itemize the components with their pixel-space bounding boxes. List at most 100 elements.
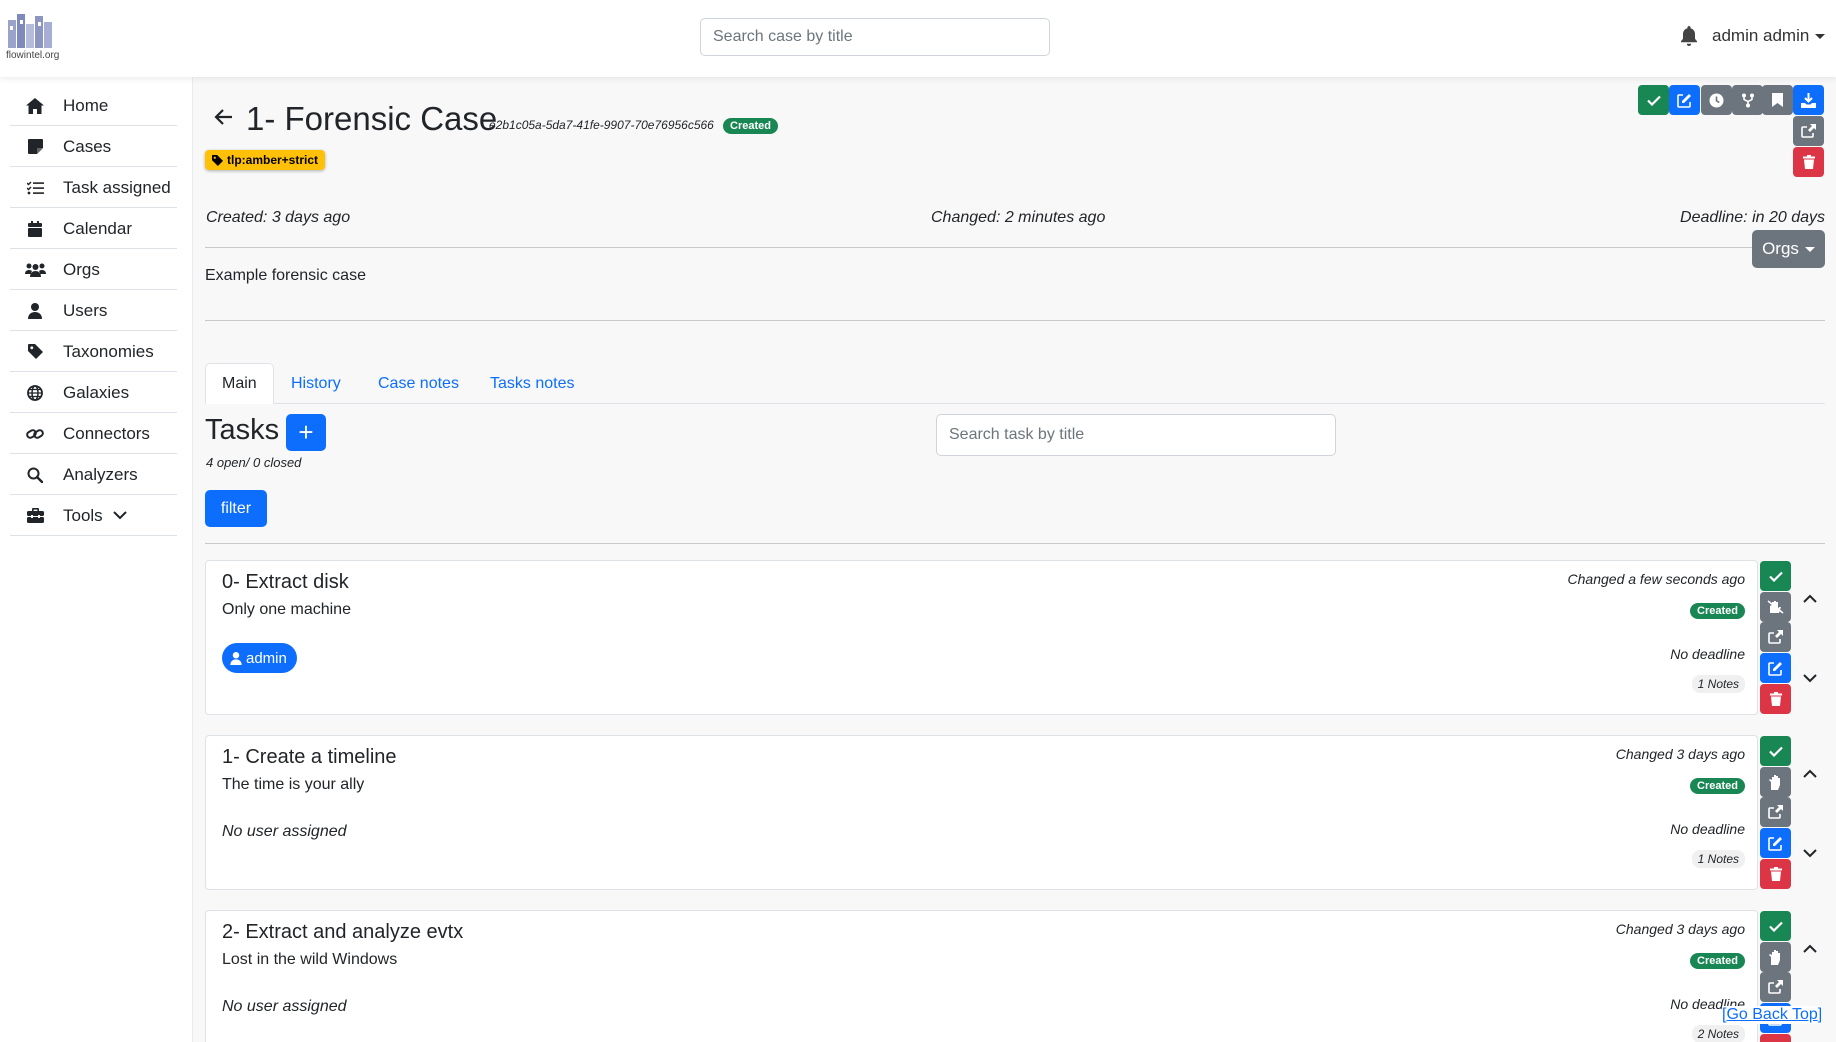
task-card[interactable]: 2- Extract and analyze evtx Lost in the … [205,910,1758,1042]
task-card[interactable]: 0- Extract disk Only one machine admin C… [205,560,1758,715]
task-status: Created [1690,951,1745,969]
hand-icon [1769,774,1780,790]
complete-task-button[interactable] [1760,736,1791,766]
task-search-input[interactable] [936,414,1336,456]
edit-case-button[interactable] [1669,85,1700,115]
delete-task-button[interactable] [1760,684,1791,714]
task-notes-count: 1 Notes [1691,675,1745,693]
tab-history[interactable]: History [275,363,357,404]
sidebar-item-label: Calendar [63,218,132,238]
share-task-button[interactable] [1760,622,1791,652]
sidebar-item-label: Tools [63,505,103,525]
user-name: admin admin [1712,26,1810,45]
status-badge: Created [1690,603,1745,619]
filter-button[interactable]: filter [205,490,267,527]
task-card[interactable]: 1- Create a timeline The time is your al… [205,735,1758,890]
sidebar-item-taxonomies[interactable]: Taxonomies [10,332,177,372]
share-task-button[interactable] [1760,972,1791,1002]
chevron-up-icon[interactable] [1802,768,1818,780]
go-back-top-link[interactable]: [Go Back Top] [1722,1006,1823,1024]
share-icon [1768,630,1783,644]
complete-task-button[interactable] [1760,561,1791,591]
check-icon [1646,95,1661,106]
take-task-button[interactable] [1760,942,1791,972]
sidebar-item-label: Analyzers [63,464,138,484]
tab-tasks-notes[interactable]: Tasks notes [474,363,590,404]
task-description: Only one machine [222,601,351,618]
tab-case-notes[interactable]: Case notes [362,363,475,404]
case-uuid: e2b1c05a-5da7-41fe-9907-70e76956c566 [489,118,714,132]
share-icon [1768,980,1783,994]
chevron-down-icon[interactable] [1802,672,1818,684]
share-icon [1768,805,1783,819]
sidebar-item-cases[interactable]: Cases [10,127,177,167]
fork-case-button[interactable] [1732,85,1763,115]
tag-icon [24,343,46,361]
bracket-close: ] [1817,1006,1823,1023]
delete-task-button[interactable] [1760,1034,1791,1042]
sidebar: Home Cases Task assigned Calendar Orgs U… [0,77,193,1042]
task-changed: Changed 3 days ago [1615,746,1745,762]
sidebar-item-home[interactable]: Home [10,86,177,126]
task-deadline: No deadline [1670,646,1745,662]
task-changed: Changed a few seconds ago [1567,571,1745,587]
check-icon [1768,571,1783,582]
sidebar-item-analyzers[interactable]: Analyzers [10,455,177,495]
case-search-input[interactable] [700,18,1050,56]
bookmark-case-button[interactable] [1762,85,1793,115]
share-case-button[interactable] [1793,116,1824,146]
sidebar-item-connectors[interactable]: Connectors [10,414,177,454]
bell-icon[interactable] [1680,26,1698,46]
tag-icon [212,155,223,166]
edit-icon [1768,661,1782,676]
chevron-up-icon[interactable] [1802,593,1818,605]
sidebar-item-task-assigned[interactable]: Task assigned [10,168,177,208]
sidebar-item-label: Home [63,95,109,115]
case-description: Example forensic case [205,267,366,284]
sidebar-item-orgs[interactable]: Orgs [10,250,177,290]
task-notes-count: 2 Notes [1691,1025,1745,1042]
chevron-up-icon[interactable] [1802,943,1818,955]
sidebar-item-label: Taxonomies [63,341,154,361]
go-back-top-label: Go Back Top [1726,1006,1818,1023]
edit-task-button[interactable] [1760,653,1791,683]
no-user-assigned: No user assigned [222,823,347,840]
globe-icon [24,384,46,402]
sidebar-item-tools[interactable]: Tools [10,496,177,536]
delete-task-button[interactable] [1760,859,1791,889]
back-arrow-icon[interactable] [214,108,234,126]
unassign-task-button[interactable] [1760,592,1791,622]
flowintel-logo[interactable]: flowintel.org [6,10,62,62]
task-notes-count: 1 Notes [1691,850,1745,868]
history-case-button[interactable] [1701,85,1732,115]
sidebar-item-users[interactable]: Users [10,291,177,331]
complete-case-button[interactable] [1638,85,1669,115]
task-changed: Changed 3 days ago [1615,921,1745,937]
share-task-button[interactable] [1760,797,1791,827]
sidebar-item-calendar[interactable]: Calendar [10,209,177,249]
tab-main[interactable]: Main [205,363,274,404]
chevron-down-icon[interactable] [1802,847,1818,859]
tlp-tag: tlp:amber+strict [205,150,326,170]
orgs-label: Orgs [1762,239,1799,258]
add-task-button[interactable]: + [286,414,326,451]
edit-task-button[interactable] [1760,828,1791,858]
logo-icon [8,14,52,48]
delete-case-button[interactable] [1793,147,1824,177]
complete-task-button[interactable] [1760,911,1791,941]
orgs-dropdown-button[interactable]: Orgs [1752,230,1825,268]
users-group-icon [24,261,46,279]
trash-icon [1802,155,1815,169]
sidebar-item-label: Task assigned [63,177,171,197]
fork-icon [1741,93,1754,107]
assigned-user-badge[interactable]: admin [222,643,297,673]
sidebar-item-label: Users [63,300,108,320]
take-task-button[interactable] [1760,767,1791,797]
download-case-button[interactable] [1793,85,1824,115]
case-deadline: Deadline: in 20 days [1680,209,1825,226]
sidebar-item-label: Connectors [63,423,150,443]
sidebar-item-label: Orgs [63,259,100,279]
user-menu-dropdown[interactable]: admin admin [1712,26,1826,46]
hand-slash-icon [1767,600,1784,614]
sidebar-item-galaxies[interactable]: Galaxies [10,373,177,413]
